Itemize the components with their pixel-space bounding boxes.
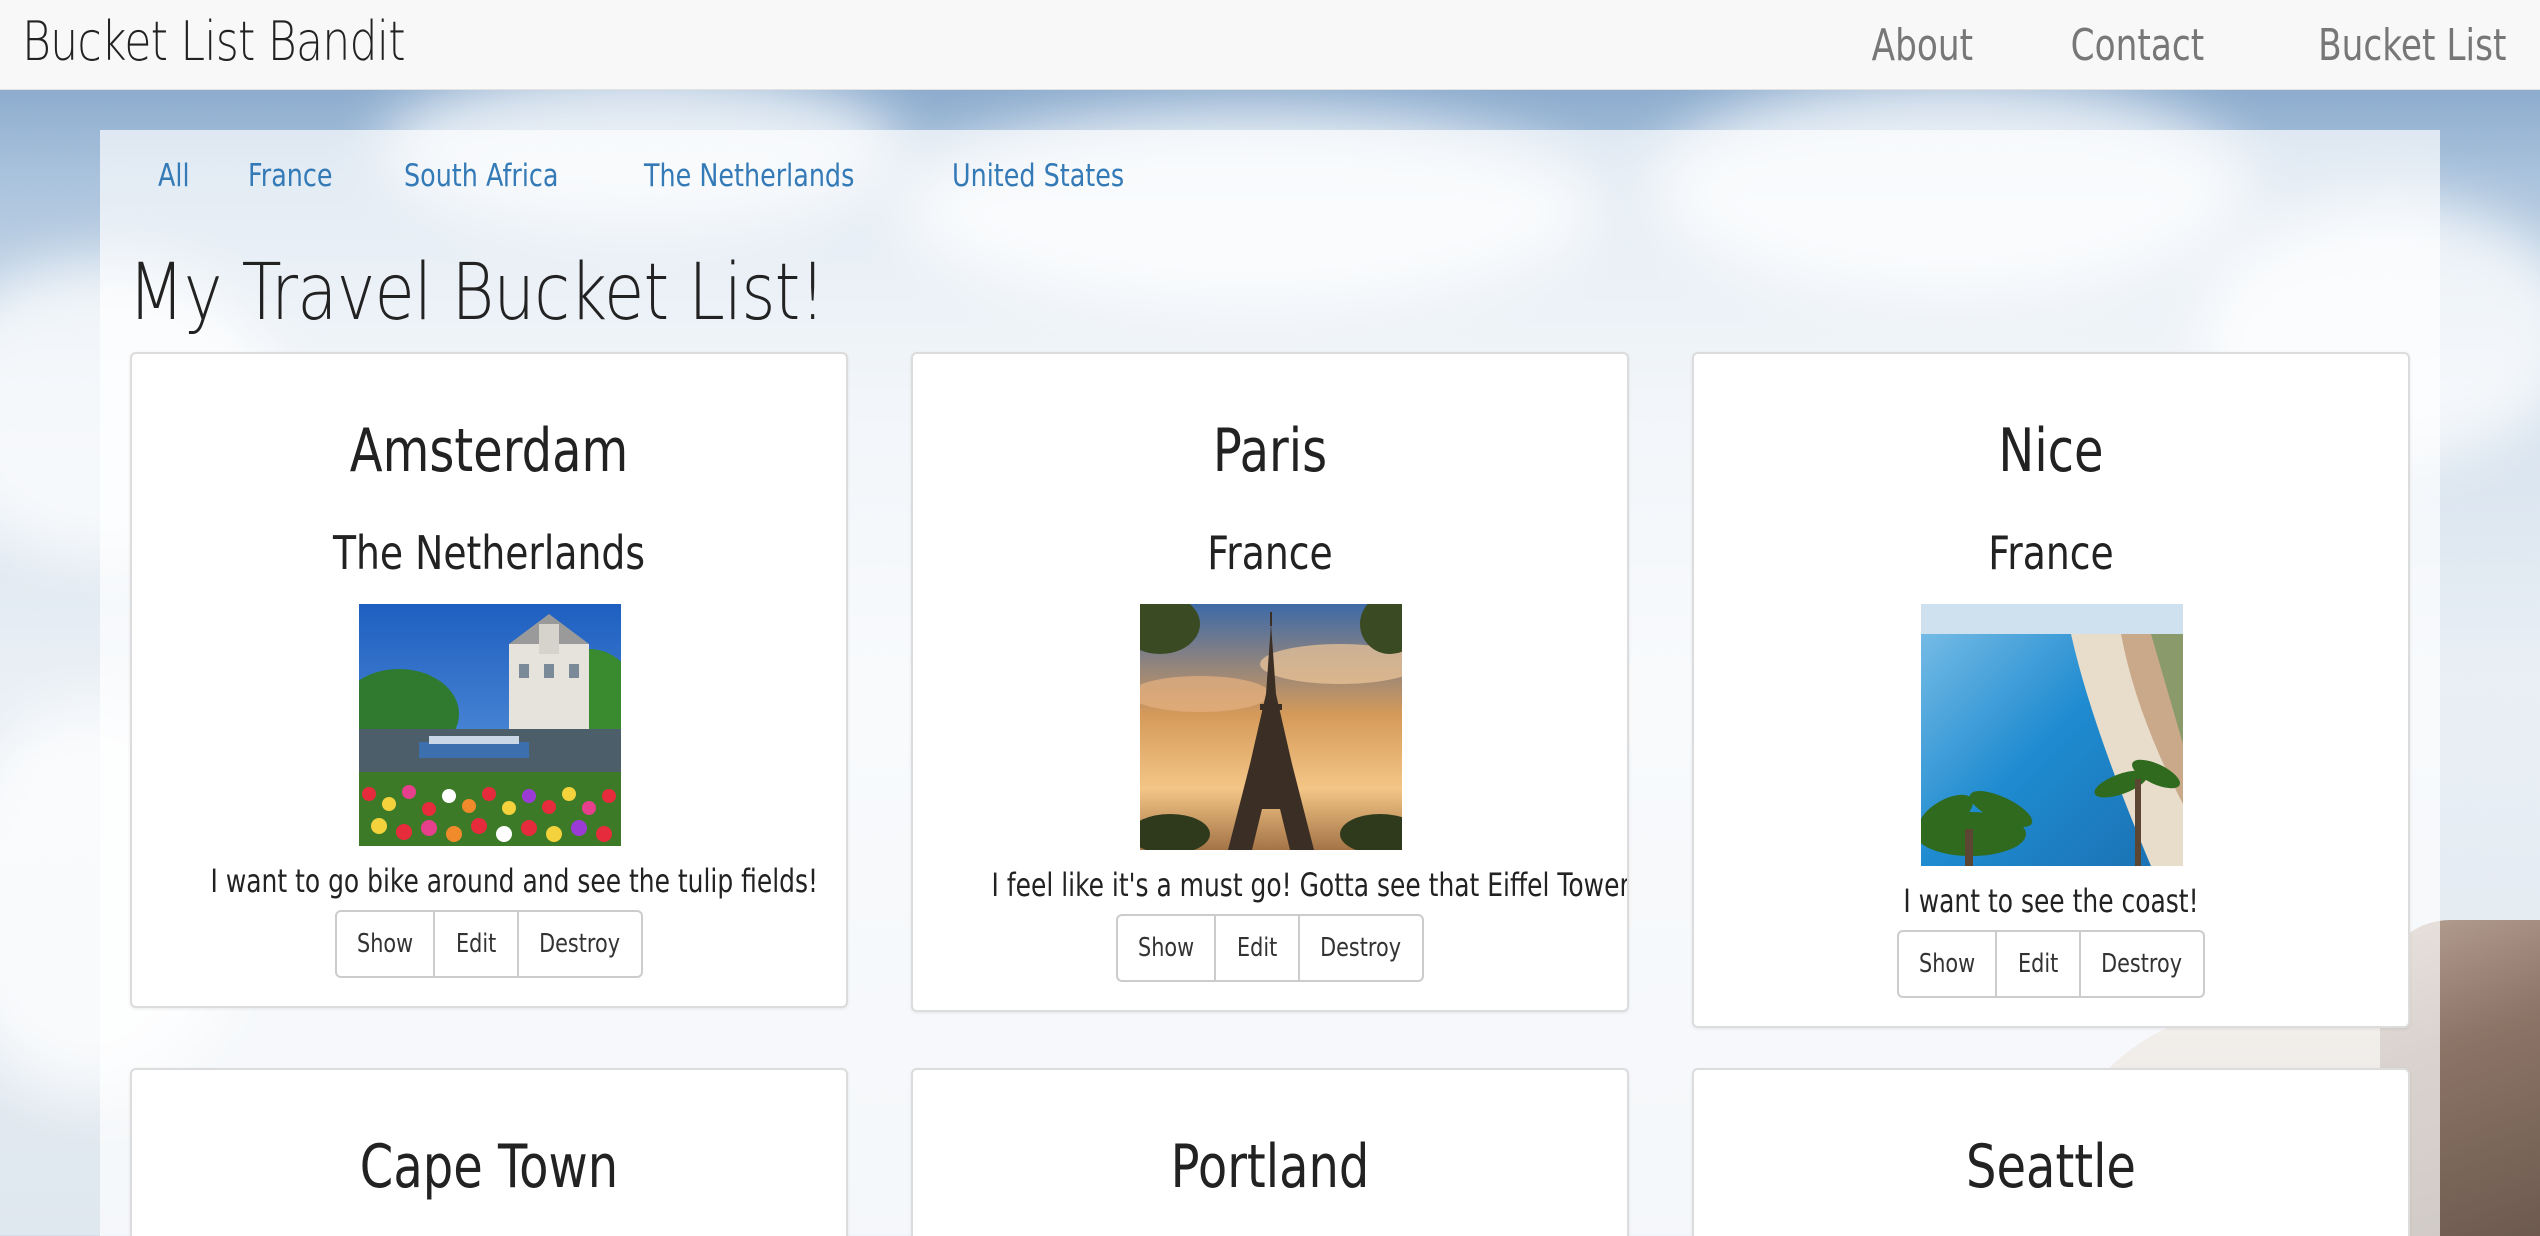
bucket-list-card: Amsterdam The Netherlands I want to go b… xyxy=(130,352,848,1008)
bucket-list-card: Nice France I want to see the coast! Sho… xyxy=(1692,352,2410,1028)
card-city: Paris xyxy=(1212,416,1328,486)
show-button[interactable]: Show xyxy=(1899,932,1997,996)
card-photo-paris xyxy=(1140,604,1402,850)
card-photo-amsterdam xyxy=(359,604,621,846)
nav-links: About Contact Bucket List xyxy=(1843,0,2506,90)
card-city: Seattle xyxy=(1966,1132,2136,1202)
nav-link-bucket-list[interactable]: Bucket List xyxy=(2318,20,2506,71)
filter-all[interactable]: All xyxy=(158,158,190,194)
edit-button[interactable]: Edit xyxy=(1216,916,1300,980)
filter-south-africa[interactable]: South Africa xyxy=(404,158,558,194)
show-button[interactable]: Show xyxy=(337,912,435,976)
country-filter-bar: All France South Africa The Netherlands … xyxy=(158,148,1162,204)
card-description: I want to see the coast! xyxy=(1903,882,2199,920)
card-description: I want to go bike around and see the tul… xyxy=(210,862,819,900)
card-city: Portland xyxy=(1170,1132,1370,1202)
main-container: All France South Africa The Netherlands … xyxy=(100,130,2440,1236)
filter-the-netherlands[interactable]: The Netherlands xyxy=(644,158,854,194)
card-country: France xyxy=(1207,526,1333,580)
card-actions: Show Edit Destroy xyxy=(1897,930,2205,998)
edit-button[interactable]: Edit xyxy=(435,912,519,976)
card-photo-nice xyxy=(1921,604,2183,866)
filter-france[interactable]: France xyxy=(248,158,333,194)
card-actions: Show Edit Destroy xyxy=(335,910,643,978)
show-button[interactable]: Show xyxy=(1118,916,1216,980)
destroy-button[interactable]: Destroy xyxy=(519,912,641,976)
nav-link-contact[interactable]: Contact xyxy=(2071,20,2205,71)
edit-button[interactable]: Edit xyxy=(1997,932,2081,996)
nav-link-about[interactable]: About xyxy=(1872,20,1973,71)
bucket-list-card: Seattle xyxy=(1692,1068,2410,1236)
page-title: My Travel Bucket List! xyxy=(128,248,826,338)
card-country: France xyxy=(1988,526,2114,580)
bucket-list-card: Cape Town xyxy=(130,1068,848,1236)
filter-united-states[interactable]: United States xyxy=(952,158,1124,194)
bucket-list-card: Paris France I feel like it's a must go!… xyxy=(911,352,1629,1012)
destroy-button[interactable]: Destroy xyxy=(1300,916,1422,980)
bucket-list-card: Portland xyxy=(911,1068,1629,1236)
card-description: I feel like it's a must go! Gotta see th… xyxy=(991,866,1629,904)
card-actions: Show Edit Destroy xyxy=(1116,914,1424,982)
top-navbar: Bucket List Bandit About Contact Bucket … xyxy=(0,0,2540,90)
card-city: Cape Town xyxy=(359,1132,619,1202)
brand-logo[interactable]: Bucket List Bandit xyxy=(22,0,406,90)
card-city: Nice xyxy=(1998,416,2104,486)
card-city: Amsterdam xyxy=(349,416,629,486)
card-country: The Netherlands xyxy=(332,526,646,580)
destroy-button[interactable]: Destroy xyxy=(2081,932,2203,996)
